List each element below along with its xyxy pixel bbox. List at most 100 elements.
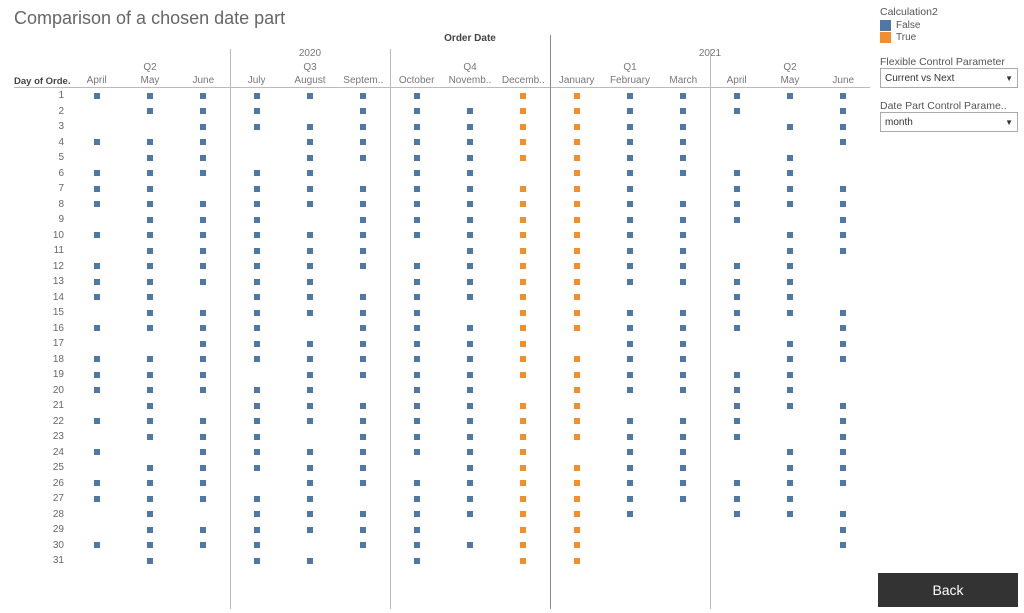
mark-true[interactable]	[574, 434, 580, 440]
mark-true[interactable]	[574, 310, 580, 316]
mark-false[interactable]	[147, 217, 153, 223]
mark-false[interactable]	[627, 217, 633, 223]
mark-false[interactable]	[414, 93, 420, 99]
mark-true[interactable]	[574, 387, 580, 393]
mark-false[interactable]	[147, 139, 153, 145]
mark-false[interactable]	[414, 325, 420, 331]
mark-false[interactable]	[254, 170, 260, 176]
mark-false[interactable]	[734, 263, 740, 269]
mark-false[interactable]	[254, 325, 260, 331]
mark-true[interactable]	[520, 201, 526, 207]
mark-false[interactable]	[734, 372, 740, 378]
mark-false[interactable]	[94, 170, 100, 176]
mark-true[interactable]	[520, 139, 526, 145]
mark-false[interactable]	[360, 372, 366, 378]
param1-dropdown[interactable]: Current vs Next ▼	[880, 68, 1018, 88]
mark-false[interactable]	[787, 155, 793, 161]
mark-false[interactable]	[414, 263, 420, 269]
mark-true[interactable]	[520, 124, 526, 130]
mark-false[interactable]	[734, 93, 740, 99]
mark-false[interactable]	[414, 341, 420, 347]
mark-false[interactable]	[467, 325, 473, 331]
mark-false[interactable]	[840, 511, 846, 517]
mark-false[interactable]	[360, 155, 366, 161]
mark-false[interactable]	[307, 155, 313, 161]
mark-false[interactable]	[840, 186, 846, 192]
mark-true[interactable]	[520, 542, 526, 548]
mark-false[interactable]	[840, 124, 846, 130]
mark-false[interactable]	[147, 558, 153, 564]
mark-false[interactable]	[627, 465, 633, 471]
mark-false[interactable]	[414, 480, 420, 486]
mark-true[interactable]	[574, 372, 580, 378]
mark-false[interactable]	[254, 496, 260, 502]
mark-false[interactable]	[627, 248, 633, 254]
mark-false[interactable]	[254, 310, 260, 316]
mark-false[interactable]	[627, 279, 633, 285]
mark-false[interactable]	[840, 217, 846, 223]
mark-false[interactable]	[360, 201, 366, 207]
mark-false[interactable]	[627, 186, 633, 192]
mark-false[interactable]	[680, 263, 686, 269]
mark-false[interactable]	[147, 232, 153, 238]
mark-false[interactable]	[94, 542, 100, 548]
mark-false[interactable]	[734, 186, 740, 192]
mark-false[interactable]	[254, 248, 260, 254]
mark-false[interactable]	[627, 496, 633, 502]
mark-false[interactable]	[414, 542, 420, 548]
mark-false[interactable]	[787, 201, 793, 207]
mark-false[interactable]	[147, 201, 153, 207]
mark-false[interactable]	[200, 449, 206, 455]
mark-false[interactable]	[627, 170, 633, 176]
mark-false[interactable]	[94, 201, 100, 207]
mark-false[interactable]	[307, 496, 313, 502]
mark-false[interactable]	[307, 186, 313, 192]
mark-false[interactable]	[200, 248, 206, 254]
mark-false[interactable]	[734, 217, 740, 223]
mark-true[interactable]	[574, 279, 580, 285]
mark-false[interactable]	[840, 325, 846, 331]
mark-false[interactable]	[467, 201, 473, 207]
mark-false[interactable]	[680, 341, 686, 347]
mark-false[interactable]	[200, 542, 206, 548]
mark-false[interactable]	[147, 294, 153, 300]
mark-false[interactable]	[254, 279, 260, 285]
mark-false[interactable]	[467, 511, 473, 517]
mark-false[interactable]	[200, 341, 206, 347]
mark-false[interactable]	[94, 449, 100, 455]
mark-false[interactable]	[360, 108, 366, 114]
mark-false[interactable]	[680, 279, 686, 285]
mark-true[interactable]	[574, 155, 580, 161]
mark-false[interactable]	[254, 418, 260, 424]
mark-true[interactable]	[574, 511, 580, 517]
mark-false[interactable]	[787, 294, 793, 300]
mark-false[interactable]	[360, 139, 366, 145]
mark-true[interactable]	[574, 139, 580, 145]
mark-false[interactable]	[254, 341, 260, 347]
mark-false[interactable]	[467, 449, 473, 455]
mark-true[interactable]	[520, 263, 526, 269]
mark-false[interactable]	[840, 93, 846, 99]
mark-false[interactable]	[787, 403, 793, 409]
mark-false[interactable]	[200, 387, 206, 393]
mark-false[interactable]	[734, 496, 740, 502]
mark-false[interactable]	[680, 201, 686, 207]
mark-false[interactable]	[734, 170, 740, 176]
mark-false[interactable]	[680, 139, 686, 145]
mark-false[interactable]	[680, 496, 686, 502]
mark-false[interactable]	[414, 108, 420, 114]
mark-false[interactable]	[680, 155, 686, 161]
mark-false[interactable]	[147, 325, 153, 331]
mark-false[interactable]	[627, 480, 633, 486]
mark-false[interactable]	[787, 511, 793, 517]
mark-false[interactable]	[94, 387, 100, 393]
mark-false[interactable]	[627, 387, 633, 393]
mark-false[interactable]	[414, 403, 420, 409]
mark-true[interactable]	[520, 465, 526, 471]
mark-false[interactable]	[414, 217, 420, 223]
mark-false[interactable]	[94, 418, 100, 424]
mark-true[interactable]	[520, 480, 526, 486]
mark-false[interactable]	[680, 124, 686, 130]
mark-false[interactable]	[200, 201, 206, 207]
mark-false[interactable]	[360, 403, 366, 409]
